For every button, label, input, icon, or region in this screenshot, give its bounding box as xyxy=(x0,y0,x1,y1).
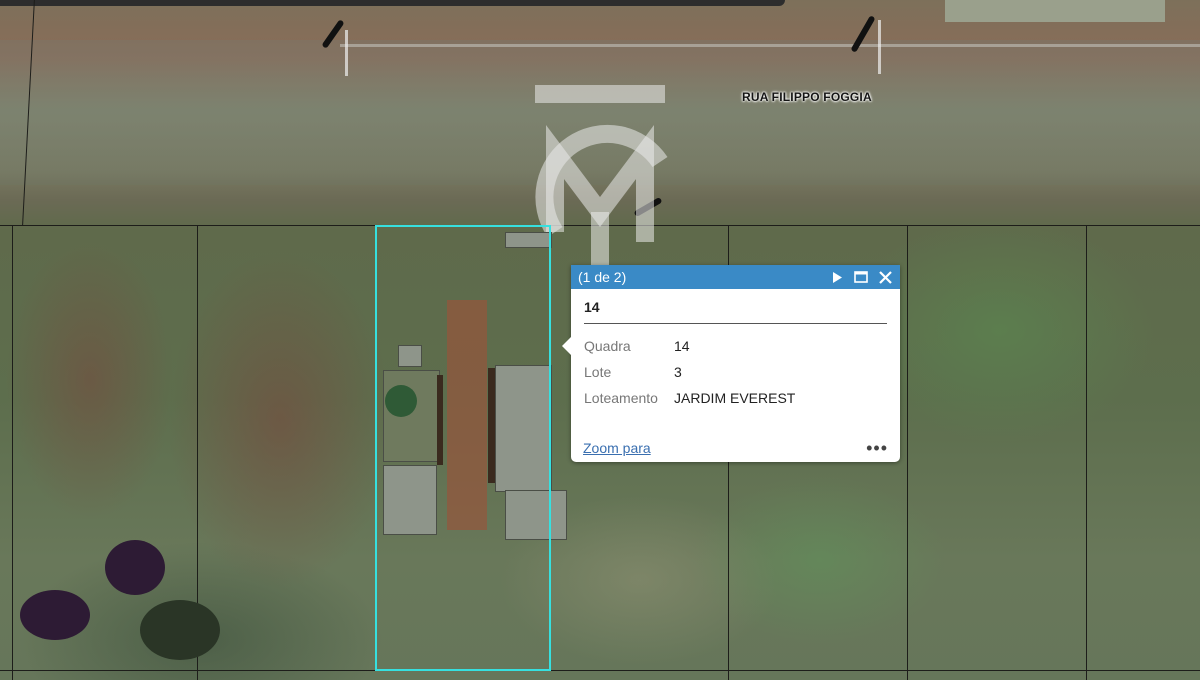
rooftop xyxy=(945,0,1165,22)
selected-parcel-outline[interactable] xyxy=(375,225,551,671)
lot-boundary xyxy=(0,670,1200,671)
utility-pole xyxy=(878,20,881,74)
top-toolbar-edge xyxy=(0,0,785,6)
popup-footer: Zoom para ••• xyxy=(583,439,888,457)
zoom-to-link[interactable]: Zoom para xyxy=(583,440,651,456)
attribute-key: Lote xyxy=(584,364,612,380)
attribute-row: Lote 3 xyxy=(584,359,795,385)
attribute-key: Quadra xyxy=(584,338,631,354)
popup-pager: (1 de 2) xyxy=(578,269,627,285)
attribute-value: JARDIM EVEREST xyxy=(674,390,796,406)
more-actions-button[interactable]: ••• xyxy=(866,439,888,457)
tree xyxy=(105,540,165,595)
tree xyxy=(385,385,417,417)
close-icon xyxy=(878,270,892,284)
attribute-row: Loteamento JARDIM EVEREST xyxy=(584,385,795,411)
popup-pointer xyxy=(562,337,571,355)
attribute-row: Quadra 14 xyxy=(584,333,795,359)
road-curb xyxy=(340,44,1200,47)
tree xyxy=(20,590,90,640)
popup-header: (1 de 2) xyxy=(571,265,900,289)
maximize-button[interactable] xyxy=(852,268,870,286)
street-label: RUA FILIPPO FOGGIA xyxy=(742,90,872,104)
lot-boundary xyxy=(12,225,13,680)
attribute-key: Loteamento xyxy=(584,390,658,406)
play-triangle-icon xyxy=(833,271,842,283)
maximize-icon xyxy=(854,271,868,283)
next-feature-button[interactable] xyxy=(828,268,846,286)
attribute-table: Quadra 14 Lote 3 Loteamento JARDIM EVERE… xyxy=(584,333,795,411)
attribute-value: 3 xyxy=(674,364,682,380)
close-popup-button[interactable] xyxy=(876,268,894,286)
popup-title: 14 xyxy=(584,299,887,324)
popup-body: 14 Quadra 14 Lote 3 Loteamento JARDIM EV… xyxy=(571,289,900,411)
utility-pole xyxy=(345,30,348,76)
feature-popup: (1 de 2) 14 Quadra 14 Lote 3 Loteamento … xyxy=(562,265,900,462)
lot-boundary xyxy=(1086,225,1087,680)
tree xyxy=(140,600,220,660)
lot-boundary xyxy=(907,225,908,680)
attribute-value: 14 xyxy=(674,338,690,354)
